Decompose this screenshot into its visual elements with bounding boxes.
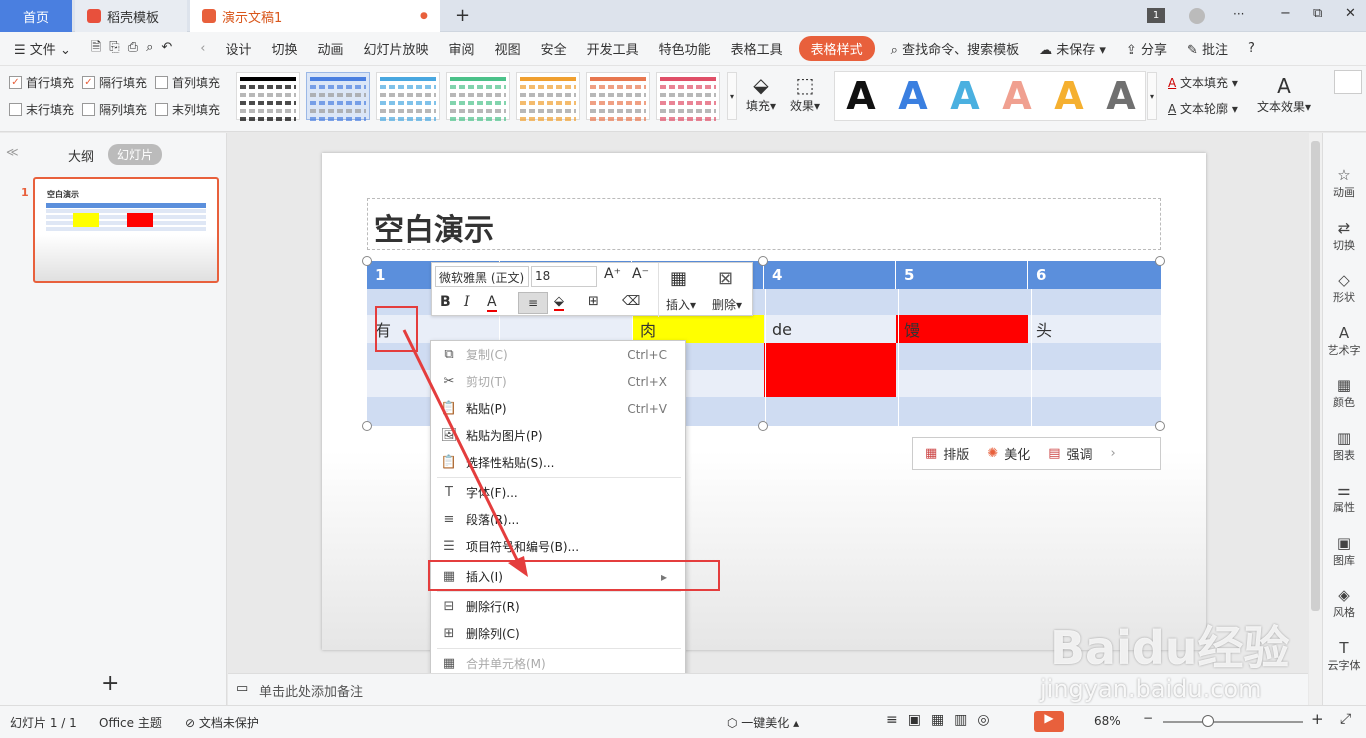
tool-label: 形状 xyxy=(1333,291,1355,304)
fit-window-icon[interactable]: ⤢ xyxy=(1340,711,1351,727)
right-tool-2[interactable]: ◇ 形状 xyxy=(1322,271,1366,305)
tool-label: 云字体 xyxy=(1327,658,1361,672)
tool-icon: ☆ xyxy=(1337,166,1351,184)
notes-placeholder: 单击此处添加备注 xyxy=(259,685,364,700)
tool-label: 切换 xyxy=(1333,238,1355,252)
status-bar: 幻灯片 1 / 1 Office 主题 ⊘ 文档未保护 ⬡ 一键美化 ▴ ≡▣▦… xyxy=(0,705,1366,738)
slide-count: 幻灯片 1 / 1 xyxy=(10,716,77,730)
tool-label: 艺术字 xyxy=(1327,343,1361,357)
tool-label: 图表 xyxy=(1333,448,1355,462)
tool-label: 属性 xyxy=(1333,501,1355,514)
tool-label: 风格 xyxy=(1333,606,1355,619)
view-icons[interactable]: ≡▣▦▥◎ xyxy=(886,712,1000,728)
right-tool-7[interactable]: ▣ 图库 xyxy=(1322,534,1366,568)
right-tool-9[interactable]: T 云字体 xyxy=(1322,639,1366,673)
notes-icon: ▭ xyxy=(236,681,249,696)
zoom-level[interactable]: 68% xyxy=(1094,714,1121,728)
right-tool-6[interactable]: ⚌ 属性 xyxy=(1322,481,1366,515)
right-tool-5[interactable]: ▥ 图表 xyxy=(1322,429,1366,463)
right-tool-4[interactable]: ▦ 颜色 xyxy=(1322,376,1366,410)
right-tool-8[interactable]: ◈ 风格 xyxy=(1322,586,1366,620)
tool-icon: ◇ xyxy=(1338,271,1350,289)
protect-label: 文档未保护 xyxy=(198,716,259,730)
protect-status[interactable]: ⊘ 文档未保护 xyxy=(185,714,259,731)
zoom-slider[interactable] xyxy=(1163,721,1303,723)
tool-icon: A xyxy=(1338,323,1350,342)
tool-icon: ▣ xyxy=(1336,533,1352,552)
tool-icon: ⇄ xyxy=(1337,218,1351,237)
tool-icon: ⚌ xyxy=(1337,481,1351,499)
tool-label: 颜色 xyxy=(1333,396,1355,409)
beautify-status-label: 一键美化 xyxy=(741,716,790,730)
right-tool-3[interactable]: A 艺术字 xyxy=(1322,324,1366,358)
tool-label: 图库 xyxy=(1333,553,1355,567)
watermark-url: jingyan.baidu.com xyxy=(1040,675,1262,703)
zoom-in-button[interactable]: + xyxy=(1311,710,1324,728)
tool-icon: ◈ xyxy=(1338,586,1350,604)
right-tool-1[interactable]: ⇄ 切换 xyxy=(1322,219,1366,253)
tool-label: 动画 xyxy=(1333,186,1355,199)
zoom-slider-thumb[interactable] xyxy=(1202,715,1214,727)
tool-icon: T xyxy=(1339,638,1349,657)
zoom-out-button[interactable]: − xyxy=(1143,711,1153,725)
tool-icon: ▦ xyxy=(1336,376,1352,394)
tool-icon: ▥ xyxy=(1336,428,1352,447)
right-tool-0[interactable]: ☆ 动画 xyxy=(1322,166,1366,200)
watermark-logo: Baidu经验 xyxy=(1050,621,1290,675)
beautify-status[interactable]: ⬡ 一键美化 ▴ xyxy=(727,714,799,731)
play-button[interactable]: ▶ xyxy=(1034,711,1064,732)
theme-name: Office 主题 xyxy=(99,716,162,730)
